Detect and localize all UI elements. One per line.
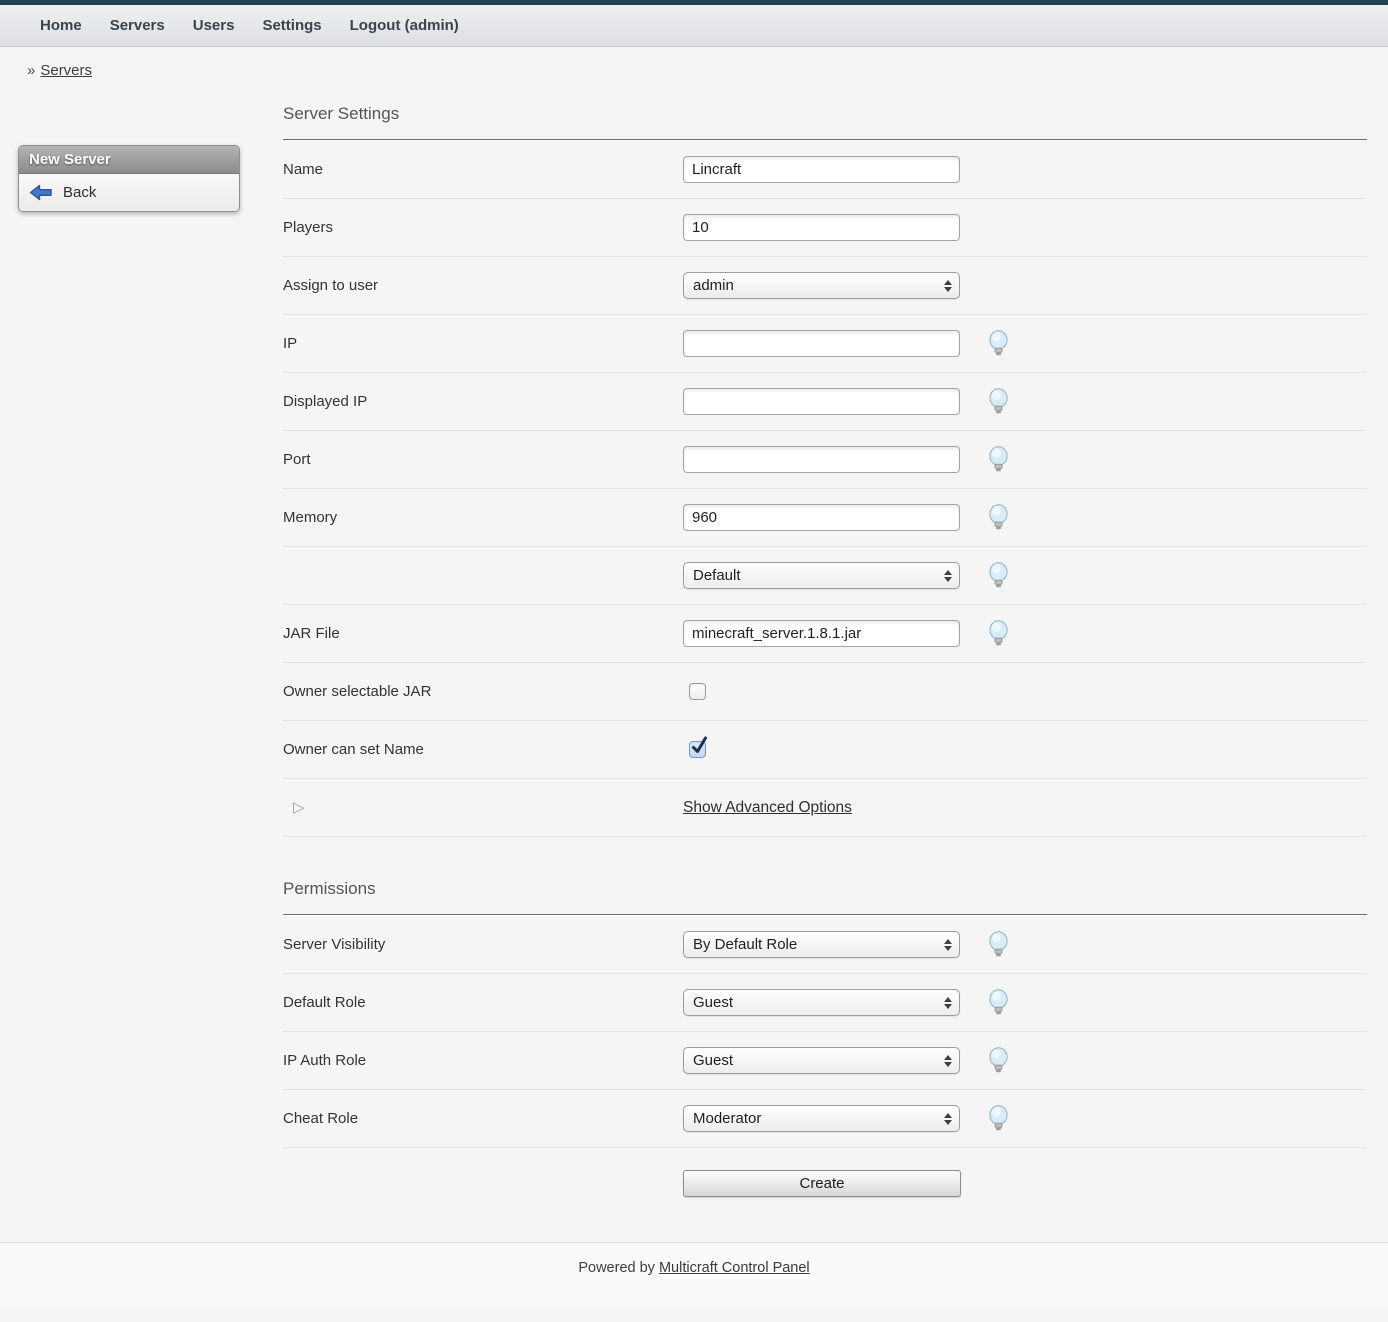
back-label: Back [63, 184, 96, 201]
hint-lightbulb-icon[interactable] [987, 931, 1010, 958]
form-row-ip: IP [283, 315, 1367, 373]
ip-auth-role-label: IP Auth Role [283, 1052, 683, 1069]
server-visibility-select-value: By Default Role [693, 936, 797, 953]
default-role-select-value: Guest [693, 994, 733, 1011]
breadcrumb: » Servers [0, 47, 1388, 90]
create-row: Create [283, 1148, 1367, 1242]
form-row-port: Port [283, 431, 1367, 489]
ip-label: IP [283, 335, 683, 352]
breadcrumb-link-servers[interactable]: Servers [40, 62, 92, 79]
hint-lightbulb-icon[interactable] [987, 562, 1010, 589]
section-heading-permissions: Permissions [283, 865, 1367, 914]
owner-can-set-name-label: Owner can set Name [283, 741, 683, 758]
ip-input[interactable] [683, 330, 960, 357]
memory-label: Memory [283, 509, 683, 526]
displayed-ip-label: Displayed IP [283, 393, 683, 410]
default-role-select[interactable]: Guest [683, 989, 960, 1016]
section-heading-server-settings: Server Settings [283, 90, 1367, 139]
nav-item-logout[interactable]: Logout (admin) [336, 5, 473, 47]
expand-arrow-icon[interactable]: ▷ [293, 798, 305, 816]
memory-input[interactable] [683, 504, 960, 531]
name-input[interactable] [683, 156, 960, 183]
footer-text: Powered by [578, 1260, 655, 1276]
form-row-advanced-options: ▷ Show Advanced Options [283, 779, 1367, 837]
footer-link-multicraft[interactable]: Multicraft Control Panel [659, 1260, 810, 1276]
form-row-default-role: Default Role Guest [283, 974, 1367, 1032]
breadcrumb-marker: » [27, 62, 35, 79]
form-row-owner-selectable-jar: Owner selectable JAR [283, 663, 1367, 721]
create-button[interactable]: Create [683, 1170, 961, 1197]
ip-auth-role-select[interactable]: Guest [683, 1047, 960, 1074]
jar-default-select-value: Default [693, 567, 741, 584]
select-stepper-icon [944, 997, 952, 1009]
form-row-jar-default: Default [283, 547, 1367, 605]
form-row-server-visibility: Server Visibility By Default Role [283, 916, 1367, 974]
select-stepper-icon [944, 1113, 952, 1125]
ip-auth-role-select-value: Guest [693, 1052, 733, 1069]
form-row-cheat-role: Cheat Role Moderator [283, 1090, 1367, 1148]
hint-lightbulb-icon[interactable] [987, 388, 1010, 415]
owner-selectable-jar-label: Owner selectable JAR [283, 683, 683, 700]
nav-item-home[interactable]: Home [26, 5, 96, 47]
server-visibility-label: Server Visibility [283, 936, 683, 953]
form-row-jar-file: JAR File [283, 605, 1367, 663]
hint-lightbulb-icon[interactable] [987, 446, 1010, 473]
select-stepper-icon [944, 1055, 952, 1067]
hint-lightbulb-icon[interactable] [987, 504, 1010, 531]
jar-default-select[interactable]: Default [683, 562, 960, 589]
panel-title: New Server [19, 146, 239, 174]
hint-lightbulb-icon[interactable] [987, 620, 1010, 647]
hint-lightbulb-icon[interactable] [987, 989, 1010, 1016]
hint-lightbulb-icon[interactable] [987, 330, 1010, 357]
cheat-role-select[interactable]: Moderator [683, 1105, 960, 1132]
jar-file-input[interactable] [683, 620, 960, 647]
name-label: Name [283, 161, 683, 178]
form-row-players: Players [283, 199, 1367, 257]
port-input[interactable] [683, 446, 960, 473]
back-arrow-icon [29, 183, 54, 202]
show-advanced-options-link[interactable]: Show Advanced Options [683, 799, 852, 817]
players-input[interactable] [683, 214, 960, 241]
form-row-ip-auth-role: IP Auth Role Guest [283, 1032, 1367, 1090]
players-label: Players [283, 219, 683, 236]
main-navbar: Home Servers Users Settings Logout (admi… [0, 5, 1388, 47]
form-row-memory: Memory [283, 489, 1367, 547]
server-visibility-select[interactable]: By Default Role [683, 931, 960, 958]
assign-user-select[interactable]: admin [683, 272, 960, 299]
hint-lightbulb-icon[interactable] [987, 1047, 1010, 1074]
default-role-label: Default Role [283, 994, 683, 1011]
nav-item-users[interactable]: Users [179, 5, 249, 47]
displayed-ip-input[interactable] [683, 388, 960, 415]
form-row-owner-can-set-name: Owner can set Name [283, 721, 1367, 779]
jar-file-label: JAR File [283, 625, 683, 642]
assign-user-select-value: admin [693, 277, 734, 294]
assign-user-label: Assign to user [283, 277, 683, 294]
cheat-role-select-value: Moderator [693, 1110, 761, 1127]
nav-item-servers[interactable]: Servers [96, 5, 179, 47]
port-label: Port [283, 451, 683, 468]
owner-can-set-name-checkbox[interactable] [689, 741, 706, 758]
select-stepper-icon [944, 570, 952, 582]
back-button[interactable]: Back [19, 174, 239, 211]
footer: Powered by Multicraft Control Panel [0, 1242, 1388, 1306]
select-stepper-icon [944, 280, 952, 292]
select-stepper-icon [944, 939, 952, 951]
form-row-assign-to-user: Assign to user admin [283, 257, 1367, 315]
form-row-displayed-ip: Displayed IP [283, 373, 1367, 431]
owner-selectable-jar-checkbox[interactable] [689, 683, 706, 700]
cheat-role-label: Cheat Role [283, 1110, 683, 1127]
form-row-name: Name [283, 141, 1367, 199]
hint-lightbulb-icon[interactable] [987, 1105, 1010, 1132]
nav-item-settings[interactable]: Settings [248, 5, 335, 47]
new-server-panel: New Server Back [18, 145, 240, 212]
